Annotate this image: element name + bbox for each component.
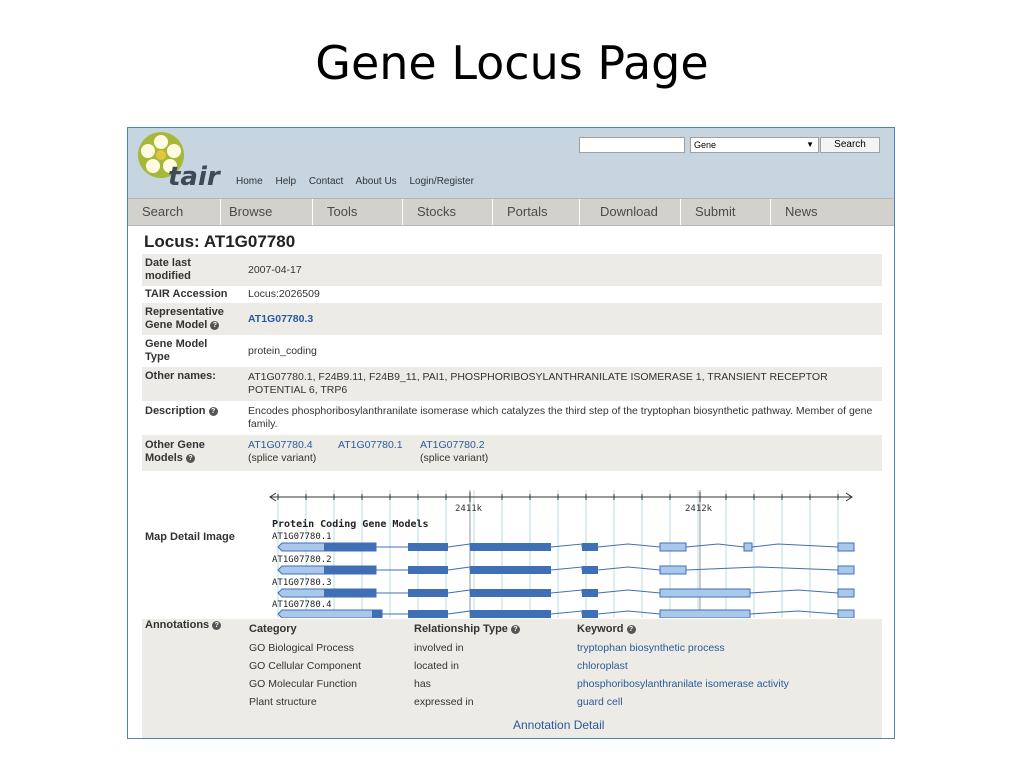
tick-label: 2412k — [685, 504, 713, 514]
other-model-link[interactable]: AT1G07780.4 — [248, 439, 313, 451]
site-header: tair Home Help Contact About Us Login/Re… — [128, 128, 894, 198]
top-nav-help[interactable]: Help — [275, 176, 296, 187]
description-value: Encodes phosphoribosylanthranilate isome… — [248, 405, 873, 430]
category-cell: Plant structure — [249, 696, 317, 708]
help-icon[interactable]: ? — [510, 624, 520, 634]
map-detail-label: Map Detail Image — [145, 531, 235, 543]
other-model-note: (splice variant) — [248, 452, 317, 464]
gene-model-type-value: protein_coding — [248, 345, 317, 357]
gene-model-label: AT1G07780.4 — [272, 600, 332, 610]
tab-stocks[interactable]: Stocks — [403, 199, 493, 225]
category-cell: GO Molecular Function — [249, 678, 357, 690]
search-input[interactable] — [579, 137, 685, 153]
other-model-1: AT1G07780.4 (splice variant) — [248, 439, 316, 465]
slide-title: Gene Locus Page — [315, 36, 709, 90]
representative-model-label: Representative Gene Model ? — [145, 306, 224, 331]
date-modified-value: 2007-04-17 — [248, 264, 302, 276]
help-icon[interactable]: ? — [208, 406, 218, 416]
map-detail-image[interactable]: 2411k 2412k Protein Coding Gene Models A… — [248, 490, 858, 619]
help-icon[interactable]: ? — [212, 620, 222, 630]
tair-accession-label: TAIR Accession — [145, 288, 228, 300]
category-header: Category — [249, 623, 297, 635]
help-icon[interactable]: ? — [185, 453, 195, 463]
tab-download[interactable]: Download — [580, 199, 681, 225]
gene-model-track-4 — [277, 609, 855, 619]
other-model-note: (splice variant) — [420, 452, 489, 464]
locus-title: Locus: AT1G07780 — [144, 232, 296, 251]
tab-tools[interactable]: Tools — [313, 199, 403, 225]
row-other-names: Other names: AT1G07780.1, F24B9.11, F24B… — [142, 367, 882, 401]
tab-search[interactable]: Search — [128, 199, 221, 225]
other-model-2: AT1G07780.1 — [338, 439, 403, 452]
keyword-header: Keyword ? — [577, 623, 789, 635]
search-type-value: Gene — [694, 140, 717, 150]
date-modified-label: Date last modified — [145, 257, 191, 282]
keyword-link[interactable]: phosphoribosylanthranilate isomerase act… — [577, 678, 789, 690]
representative-model-link[interactable]: AT1G07780.3 — [248, 313, 313, 326]
gene-model-track-2 — [277, 565, 855, 575]
keyword-link[interactable]: tryptophan biosynthetic process — [577, 642, 789, 654]
other-model-link[interactable]: AT1G07780.2 — [420, 439, 485, 451]
row-date-modified: Date last modified 2007-04-17 — [142, 254, 882, 286]
gene-model-label: AT1G07780.2 — [272, 555, 332, 565]
row-other-gene-models: Other Gene Models ? AT1G07780.4 (splice … — [142, 435, 882, 471]
search-type-select[interactable]: Gene ▼ — [690, 137, 819, 153]
top-nav-home[interactable]: Home — [236, 176, 263, 187]
tab-submit[interactable]: Submit — [681, 199, 771, 225]
row-tair-accession: TAIR Accession Locus:2026509 — [142, 286, 882, 303]
top-nav-login[interactable]: Login/Register — [409, 176, 473, 187]
annotations-section: Annotations ? Category GO Biological Pro… — [142, 619, 882, 738]
keyword-link[interactable]: guard cell — [577, 696, 789, 708]
annotation-detail-link[interactable]: Annotation Detail — [513, 718, 604, 732]
help-icon[interactable]: ? — [210, 320, 220, 330]
main-nav: Search Browse Tools Stocks Portals Downl… — [128, 198, 894, 226]
tair-accession-value: Locus:2026509 — [248, 288, 320, 300]
annotations-keyword-column: Keyword ? tryptophan biosynthetic proces… — [577, 623, 789, 708]
relationship-cell: located in — [414, 660, 459, 672]
browser-frame: tair Home Help Contact About Us Login/Re… — [127, 127, 895, 739]
gene-model-type-label: Gene Model Type — [145, 338, 208, 363]
top-nav: Home Help Contact About Us Login/Registe… — [236, 176, 484, 187]
category-cell: GO Biological Process — [249, 642, 355, 654]
annotations-category-column: Category GO Biological Process GO Cellul… — [249, 623, 361, 708]
tab-news[interactable]: News — [771, 199, 894, 225]
annotations-label: Annotations ? — [145, 619, 222, 632]
gene-model-label: AT1G07780.1 — [272, 532, 332, 542]
other-names-value: AT1G07780.1, F24B9.11, F24B9_11, PAI1, P… — [248, 371, 828, 396]
logo-text: tair — [168, 162, 220, 192]
chevron-down-icon: ▼ — [806, 140, 814, 149]
top-nav-about[interactable]: About Us — [356, 176, 397, 187]
other-gene-models-label: Other Gene Models ? — [145, 439, 205, 464]
annotations-relationship-column: Relationship Type ? involved in located … — [414, 623, 520, 708]
tick-label: 2411k — [455, 504, 483, 514]
relationship-cell: has — [414, 678, 431, 690]
other-names-label: Other names: — [145, 370, 216, 382]
gene-model-track-3 — [277, 588, 855, 598]
search-button[interactable]: Search — [820, 137, 880, 153]
other-model-link[interactable]: AT1G07780.1 — [338, 439, 403, 451]
other-model-3: AT1G07780.2 (splice variant) — [420, 439, 488, 465]
row-description: Description ? Encodes phosphoribosylanth… — [142, 401, 882, 435]
gene-model-track-1 — [277, 542, 855, 552]
row-representative-model: Representative Gene Model ? AT1G07780.3 — [142, 303, 882, 335]
relationship-header: Relationship Type ? — [414, 623, 520, 635]
description-label: Description ? — [145, 405, 218, 418]
keyword-link[interactable]: chloroplast — [577, 660, 789, 672]
tair-logo[interactable]: tair — [138, 132, 223, 192]
gene-model-label: AT1G07780.3 — [272, 578, 332, 588]
track-title: Protein Coding Gene Models — [272, 518, 429, 530]
top-nav-contact[interactable]: Contact — [309, 176, 343, 187]
category-cell: GO Cellular Component — [249, 660, 362, 672]
tab-browse[interactable]: Browse — [221, 199, 313, 225]
relationship-cell: expressed in — [414, 696, 474, 708]
help-icon[interactable]: ? — [626, 624, 636, 634]
row-gene-model-type: Gene Model Type protein_coding — [142, 335, 882, 367]
tab-portals[interactable]: Portals — [493, 199, 580, 225]
relationship-cell: involved in — [414, 642, 464, 654]
